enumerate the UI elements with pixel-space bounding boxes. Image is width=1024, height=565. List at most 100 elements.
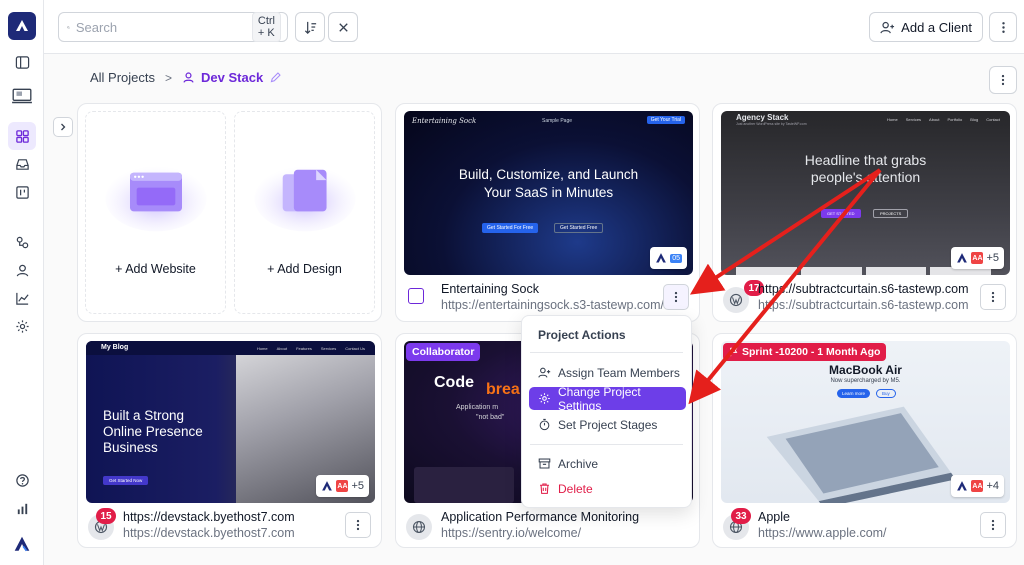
thumb-nav: Sample Page — [542, 118, 573, 124]
project-name[interactable]: Apple — [758, 510, 790, 524]
header-more-button[interactable] — [989, 12, 1017, 42]
search-box[interactable]: Ctrl + K — [58, 12, 288, 42]
menu-item-label: Assign Team Members — [558, 365, 680, 380]
thumb-btn-1: Learn more — [837, 389, 871, 398]
project-thumbnail[interactable]: My Blog Home About Features Services Contact… — [86, 341, 375, 503]
thumb-headline-1: Code — [434, 374, 474, 391]
thumb-btn-2: PROJECTS — [873, 209, 909, 218]
thumb-nav: Home About Features Services Contact Us — [256, 346, 365, 351]
project-card-devstack[interactable]: My Blog Home About Features Services Contact… — [77, 333, 382, 548]
project-thumbnail[interactable]: Entertaining Sock Sample Page Get Your T… — [404, 111, 693, 275]
menu-item-assign-team-members[interactable]: Assign Team Members — [529, 361, 686, 384]
thumb-tagline: Just another WordPress site by TasteWP.c… — [736, 122, 807, 126]
more-vertical-icon — [674, 291, 678, 303]
menu-divider — [530, 352, 683, 353]
thumb-panel — [414, 467, 514, 503]
thumb-sub-1: Application m — [456, 404, 499, 411]
analytics-icon[interactable] — [8, 284, 36, 312]
brand-mini-icon — [957, 253, 968, 263]
add-website-tile[interactable]: + Add Website — [85, 111, 226, 314]
breadcrumb-all-projects[interactable]: All Projects — [90, 70, 155, 85]
more-vertical-icon — [356, 519, 360, 531]
project-url[interactable]: https://sentry.io/welcome/ — [441, 526, 581, 540]
project-menu-button[interactable] — [980, 512, 1006, 538]
brand-mini-icon — [957, 481, 968, 491]
thumb-brand: Agency Stack — [736, 113, 789, 122]
project-menu-button[interactable] — [980, 284, 1006, 310]
project-name[interactable]: https://devstack.byethost7.com — [123, 510, 295, 524]
menu-item-set-project-stages[interactable]: Set Project Stages — [529, 413, 686, 436]
breadcrumb-current-label: Dev Stack — [201, 70, 264, 85]
sprint-tag-label: Sprint -10200 - 1 Month Ago — [742, 346, 881, 358]
settings-gear-icon[interactable] — [8, 312, 36, 340]
project-thumbnail[interactable]: Sprint -10200 - 1 Month Ago MacBook Air … — [721, 341, 1010, 503]
badge-extra: +4 — [986, 480, 999, 492]
page-more-button[interactable] — [989, 66, 1017, 94]
app-logo[interactable] — [8, 12, 36, 40]
project-url[interactable]: https://entertainingsock.s3-tastewp.com/ — [441, 298, 664, 312]
project-name[interactable]: https://subtractcurtain.s6-tastewp.com — [758, 282, 969, 296]
workspace-icon[interactable] — [7, 84, 37, 110]
project-card-entertaining-sock[interactable]: Entertaining Sock Sample Page Get Your T… — [395, 103, 700, 322]
thumb-headline-3: Business — [103, 440, 158, 455]
thumb-headline: MacBook Air — [829, 363, 902, 377]
thumb-btn-2: Get Started Free — [554, 223, 604, 233]
project-menu-button[interactable] — [663, 284, 689, 310]
menu-item-label: Change Project Settings — [558, 384, 641, 413]
collaborators-badge: AA +4 — [951, 475, 1004, 497]
breadcrumb-current[interactable]: Dev Stack — [182, 70, 282, 85]
expand-panel-button[interactable] — [53, 117, 73, 137]
project-url[interactable]: https://devstack.byethost7.com — [123, 526, 295, 540]
signal-bars-icon[interactable] — [8, 494, 36, 522]
search-input[interactable] — [75, 19, 252, 35]
thumb-brand: My Blog — [101, 344, 129, 351]
thumb-headline-1: Built a Strong — [103, 408, 185, 423]
top-bar: Ctrl + K Add a Client — [44, 0, 1024, 54]
brand-footer-icon[interactable] — [8, 530, 36, 558]
thumb-headline-2: brea — [486, 381, 520, 398]
project-card-apple[interactable]: Sprint -10200 - 1 Month Ago MacBook Air … — [712, 333, 1017, 548]
menu-item-change-project-settings[interactable]: Change Project Settings — [529, 384, 686, 413]
project-menu-button[interactable] — [345, 512, 371, 538]
thumb-btn-1: GET STARTED — [821, 209, 861, 218]
project-card-subtractcurtain[interactable]: Agency Stack Just another WordPress site… — [712, 103, 1017, 322]
project-thumbnail[interactable]: Agency Stack Just another WordPress site… — [721, 111, 1010, 275]
project-name[interactable]: Application Performance Monitoring — [441, 510, 639, 524]
select-checkbox[interactable] — [408, 288, 424, 304]
add-client-button[interactable]: Add a Client — [869, 12, 983, 42]
project-name[interactable]: Entertaining Sock — [441, 282, 539, 296]
site-favicon — [406, 514, 432, 540]
user-icon[interactable] — [8, 256, 36, 284]
clear-button[interactable] — [328, 12, 358, 42]
integrations-icon[interactable] — [8, 228, 36, 256]
projects-grid-icon[interactable] — [8, 122, 36, 150]
add-website-label: + Add Website — [115, 262, 196, 276]
sort-button[interactable] — [295, 12, 325, 42]
project-url[interactable]: https://www.apple.com/ — [758, 526, 887, 540]
menu-item-delete[interactable]: Delete — [529, 477, 686, 500]
project-url[interactable]: https://subtractcurtain.s6-tastewp.com — [758, 298, 969, 312]
collaborators-badge: AA +5 — [316, 475, 369, 497]
add-design-tile[interactable]: + Add Design — [234, 111, 375, 314]
board-icon[interactable] — [8, 178, 36, 206]
thumb-btn-1: Get Started For Free — [482, 223, 539, 233]
help-icon[interactable] — [8, 466, 36, 494]
badge-extra: +5 — [986, 252, 999, 264]
menu-item-label: Archive — [558, 456, 599, 471]
menu-item-label: Delete — [558, 481, 593, 496]
add-user-icon — [880, 21, 895, 33]
menu-item-archive[interactable]: Archive — [529, 452, 686, 475]
more-vertical-icon — [991, 291, 995, 303]
mini-avatar: AA — [971, 252, 984, 264]
chevron-right-icon — [61, 123, 66, 131]
settings-gear-icon — [539, 393, 550, 404]
project-actions-menu: Project Actions Assign Team Members Chan… — [521, 315, 692, 508]
breadcrumb: All Projects > Dev Stack — [90, 70, 282, 85]
inbox-icon[interactable] — [8, 150, 36, 178]
edit-pencil-icon[interactable] — [269, 71, 282, 84]
thumb-headline-2: people's attention — [810, 169, 921, 185]
toggle-sidebar-icon[interactable] — [8, 48, 36, 76]
collaborators-badge: AA +5 — [951, 247, 1004, 269]
thumb-sub: Now supercharged by M5. — [830, 378, 901, 384]
globe-icon — [412, 520, 426, 534]
